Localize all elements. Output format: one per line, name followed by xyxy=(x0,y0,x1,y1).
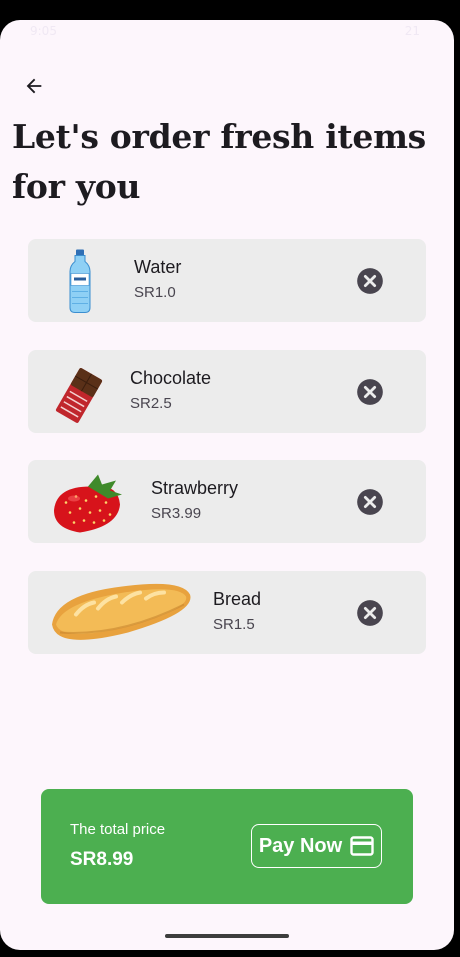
home-indicator[interactable] xyxy=(165,934,289,938)
back-button[interactable] xyxy=(14,66,54,106)
credit-card-icon xyxy=(350,836,374,856)
remove-item-icon[interactable] xyxy=(356,488,384,516)
total-price-label: The total price xyxy=(70,821,166,838)
remove-item-icon[interactable] xyxy=(356,267,384,295)
status-bar: 9:05 21 xyxy=(0,20,454,44)
status-time: 9:05 xyxy=(30,24,57,38)
water-bottle-image xyxy=(69,249,91,313)
status-battery: 21 xyxy=(404,24,420,38)
phone-screen: 9:05 21 Let's order fresh items for you … xyxy=(0,20,454,950)
item-price: SR1.0 xyxy=(134,284,176,301)
pay-now-button[interactable]: Pay Now xyxy=(251,824,382,868)
arrow-left-icon xyxy=(26,78,42,94)
item-name: Chocolate xyxy=(130,368,212,388)
item-price: SR2.5 xyxy=(130,395,172,412)
total-price-value: SR8.99 xyxy=(70,849,134,870)
bread-loaf-image xyxy=(52,583,191,640)
item-price: SR1.5 xyxy=(213,616,255,633)
checkout-panel: The total price SR8.99 Pay Now xyxy=(41,789,413,904)
page-title: Let's order fresh items for you xyxy=(12,117,426,206)
item-name: Water xyxy=(134,257,182,277)
pay-now-label: Pay Now xyxy=(258,834,343,857)
cart-item-chocolate: Chocolate SR2.5 xyxy=(28,350,426,433)
item-name: Strawberry xyxy=(151,478,239,498)
chocolate-bar-image xyxy=(55,368,103,423)
item-name: Bread xyxy=(213,589,262,609)
cart-item-bread: Bread SR1.5 xyxy=(28,571,426,654)
cart-item-strawberry: Strawberry SR3.99 xyxy=(28,460,426,543)
item-price: SR3.99 xyxy=(151,505,202,522)
remove-item-icon[interactable] xyxy=(356,599,384,627)
cart-item-water: Water SR1.0 xyxy=(28,239,426,322)
strawberry-image xyxy=(54,474,122,533)
remove-item-icon[interactable] xyxy=(356,378,384,406)
